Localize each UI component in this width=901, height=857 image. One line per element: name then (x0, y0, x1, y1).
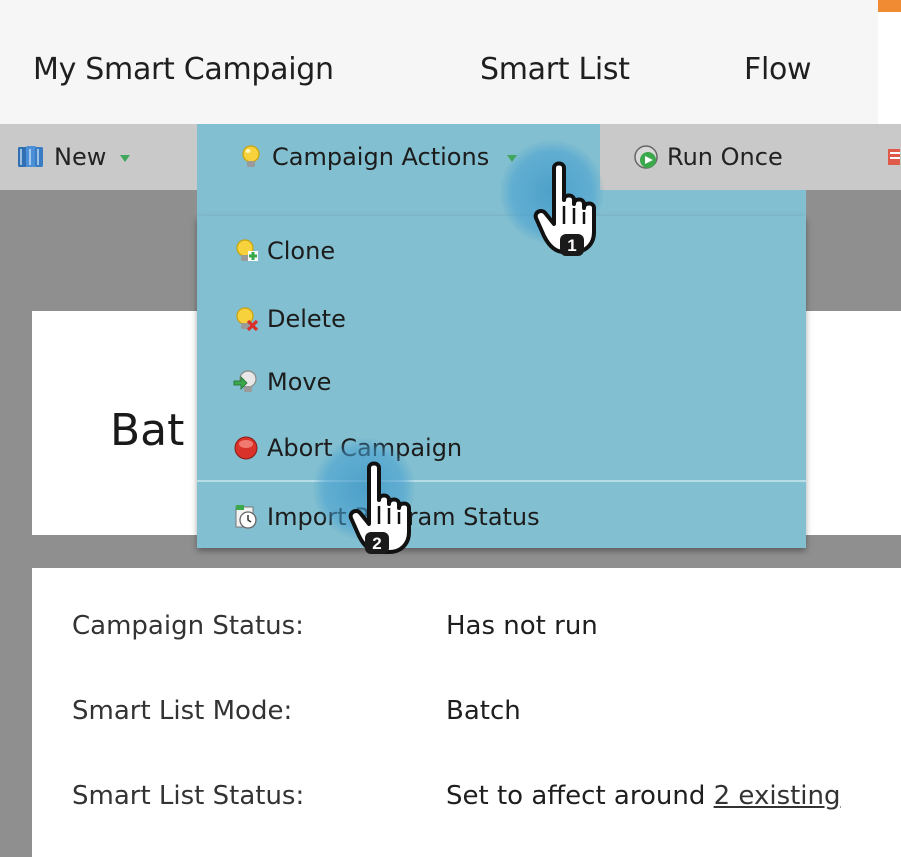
abort-red-dot-icon (233, 435, 259, 461)
tab-bar-edge (878, 12, 901, 124)
smart-list-status-value: Set to affect around 2 existing (446, 781, 841, 811)
menu-item-label: Clone (267, 237, 336, 265)
hand-pointer-icon: 2 (348, 461, 411, 554)
clone-lightbulb-icon (233, 238, 259, 264)
callout-number-1: 1 (567, 236, 576, 255)
tab-flow[interactable]: Flow (744, 52, 812, 87)
run-once-button[interactable]: Run Once (633, 124, 783, 190)
book-icon (16, 144, 46, 170)
tab-my-smart-campaign[interactable]: My Smart Campaign (33, 52, 334, 87)
toolbar-overflow-icon[interactable] (886, 124, 900, 190)
smart-list-status-text: Set to affect around (446, 781, 714, 811)
page-title: Bat (110, 405, 185, 456)
menu-item-label: Move (267, 368, 332, 396)
run-once-label: Run Once (667, 143, 783, 171)
menu-item-move[interactable]: Move (233, 362, 331, 402)
new-label: New (54, 143, 107, 171)
menu-divider (197, 480, 806, 482)
smart-list-status-label: Smart List Status: (72, 781, 305, 811)
smart-list-mode-value: Batch (446, 696, 521, 726)
chevron-down-icon (120, 154, 131, 162)
accent-strip (878, 0, 901, 12)
run-once-icon (633, 144, 659, 170)
delete-lightbulb-icon (233, 306, 259, 332)
hand-pointer-icon: 1 (533, 161, 596, 256)
smart-list-mode-label: Smart List Mode: (72, 696, 293, 726)
campaign-actions-label: Campaign Actions (272, 143, 490, 171)
move-lightbulb-icon (233, 369, 259, 395)
import-status-icon (233, 504, 259, 530)
campaign-status-label: Campaign Status: (72, 611, 304, 641)
tab-bar: My Smart Campaign Smart List Flow (0, 0, 901, 124)
callout-number-2: 2 (372, 534, 381, 553)
app-window: My Smart Campaign Smart List Flow New Ru… (0, 0, 901, 857)
campaign-status-value: Has not run (446, 611, 598, 641)
tab-smart-list[interactable]: Smart List (480, 52, 630, 87)
menu-item-clone[interactable]: Clone (233, 231, 335, 271)
new-button[interactable]: New (16, 124, 131, 190)
menu-item-label: Delete (267, 305, 346, 333)
existing-people-link[interactable]: 2 existing (714, 781, 841, 811)
menu-item-delete[interactable]: Delete (233, 299, 346, 339)
campaign-actions-button[interactable]: Campaign Actions (238, 124, 518, 190)
lightbulb-icon (238, 144, 264, 170)
